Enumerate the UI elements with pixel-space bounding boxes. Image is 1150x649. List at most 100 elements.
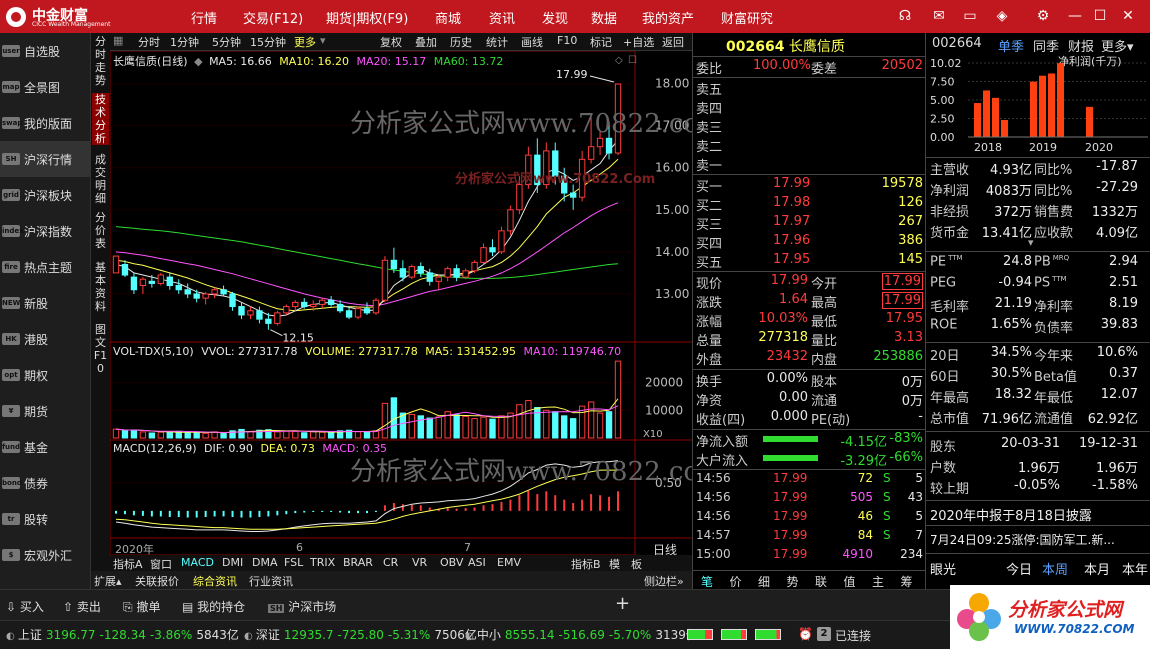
minimize-icon[interactable]: — (1066, 7, 1084, 25)
nav-item-3[interactable]: SH 沪深行情 (0, 141, 90, 177)
nav-item-5[interactable]: index 沪深指数 (0, 213, 90, 249)
fin-notice-report[interactable]: 2020年中报于8月18日披露 (930, 505, 1092, 524)
gear-icon[interactable]: ⚙ (1034, 7, 1052, 25)
close-icon[interactable]: ✕ (1119, 7, 1137, 25)
quote-tab-3[interactable]: 势 (787, 573, 799, 590)
nav-item-14[interactable]: $ 宏观外汇 (0, 537, 90, 573)
monitor-icon[interactable]: ▭ (961, 7, 979, 25)
quote-tab-5[interactable]: 值 (844, 573, 856, 590)
menu-trade[interactable]: 交易(F12) (243, 8, 303, 27)
chart-close-icon[interactable]: ☐ (628, 55, 637, 66)
fin-bottom-tab-0[interactable]: 眼光 (930, 559, 956, 578)
vtab-basics[interactable]: 基本资料 (92, 261, 109, 313)
bid-row[interactable]: 买三 17.97 267 (693, 214, 925, 233)
cancel-order-button[interactable]: ⎘ 撤单 (123, 598, 160, 615)
sh-sz-market-button[interactable]: SH 沪深市场 (268, 598, 336, 615)
toolbar-add-watch[interactable]: +自选 (623, 34, 654, 50)
alarm-icon[interactable]: ⏰ (798, 627, 813, 641)
nav-item-1[interactable]: map 全景图 (0, 69, 90, 105)
tab-general-news[interactable]: 综合资讯 (193, 573, 237, 590)
bid-row[interactable]: 买五 17.95 145 (693, 252, 925, 271)
indicator-tab-10[interactable]: OBV (440, 556, 463, 569)
bid-row[interactable]: 买四 17.96 386 (693, 233, 925, 252)
index-item-2[interactable]: ◐ 中小 8555.14 -516.69 -5.70% 3139亿 (465, 626, 698, 643)
menu-data[interactable]: 数据 (591, 8, 617, 27)
toolbar-history[interactable]: 历史 (450, 34, 472, 50)
nav-item-9[interactable]: opt 期权 (0, 357, 90, 393)
menu-discover[interactable]: 发现 (542, 8, 568, 27)
vtab-price-table[interactable]: 分价表 (92, 211, 109, 250)
toolbar-stats[interactable]: 统计 (486, 34, 508, 50)
menu-wealth-research[interactable]: 财富研究 (721, 8, 773, 27)
fin-notice-limitup[interactable]: 7月24日09:25涨停:国防军工.新... (930, 531, 1115, 548)
indicator-tab-13[interactable]: 指标B (571, 556, 601, 572)
nav-item-12[interactable]: bond 债券 (0, 465, 90, 501)
fin-bottom-tab-1[interactable]: 今日 (1006, 559, 1032, 578)
toolbar-5min[interactable]: 5分钟 (212, 34, 241, 50)
toolbar-timeshare[interactable]: 分时 (138, 34, 160, 50)
indicator-tab-11[interactable]: ASI (468, 556, 486, 569)
bid-row[interactable]: 买一 17.99 19578 (693, 176, 925, 195)
quote-tab-6[interactable]: 主 (872, 573, 884, 590)
chevron-down-icon[interactable]: ▾ (1028, 236, 1034, 249)
indicator-tab-2[interactable]: MACD (181, 556, 214, 569)
chevron-down-icon[interactable]: ▾ (320, 34, 326, 47)
toolbar-overlay[interactable]: 叠加 (415, 34, 437, 50)
menu-futures[interactable]: 期货|期权(F9) (326, 8, 408, 27)
sidebar-toggle[interactable]: 侧边栏» (644, 573, 684, 589)
toolbar-f10[interactable]: F10 (557, 34, 577, 47)
quote-tab-1[interactable]: 价 (730, 573, 742, 590)
nav-item-2[interactable]: swap 我的版面 (0, 105, 90, 141)
vtab-f10[interactable]: 图文F10 (92, 323, 109, 375)
vtab-timeshare[interactable]: 分时走势 (92, 35, 109, 87)
chart-settings-icon[interactable]: ◇ (615, 55, 623, 66)
nav-item-4[interactable]: grid 沪深板块 (0, 177, 90, 213)
tab-related-quotes[interactable]: 关联报价 (135, 573, 179, 589)
nav-item-10[interactable]: ¥ 期货 (0, 393, 90, 429)
menu-news[interactable]: 资讯 (489, 8, 515, 27)
nav-item-11[interactable]: fund 基金 (0, 429, 90, 465)
cube-icon[interactable]: ◈ (993, 7, 1011, 25)
quote-tab-7[interactable]: 筹 (901, 573, 913, 590)
fin-bottom-tab-2[interactable]: 本周 (1042, 559, 1068, 578)
indicator-tab-14[interactable]: 模 (609, 556, 620, 572)
toolbar-mark[interactable]: 标记 (590, 34, 612, 50)
indicator-tab-7[interactable]: BRAR (343, 556, 373, 569)
indicator-tab-6[interactable]: TRIX (310, 556, 335, 569)
legend-toggle-icon[interactable]: ◆ (194, 55, 202, 68)
indicator-tab-4[interactable]: DMA (252, 556, 278, 569)
headset-icon[interactable]: ☊ (896, 7, 914, 25)
sell-button[interactable]: ⇧ 卖出 (63, 598, 101, 615)
toolbar-grid-icon[interactable]: ▦ (113, 34, 123, 47)
nav-item-0[interactable]: user 自选股 (0, 33, 90, 69)
vtab-technical[interactable]: 技术分析 (92, 93, 109, 145)
menu-mall[interactable]: 商城 (435, 8, 461, 27)
vtab-deals[interactable]: 成交明细 (92, 153, 109, 205)
toolbar-back[interactable]: 返回 (662, 34, 684, 50)
fin-bottom-tab-3[interactable]: 本月 (1084, 559, 1110, 578)
indicator-tab-0[interactable]: 指标A (113, 556, 143, 572)
index-item-0[interactable]: ◐ 上证 3196.77 -128.34 -3.86% 5843亿 (6, 626, 239, 643)
nav-item-8[interactable]: HK 港股 (0, 321, 90, 357)
toolbar-more[interactable]: 更多 (294, 34, 316, 50)
menu-my-assets[interactable]: 我的资产 (642, 8, 694, 27)
indicator-tab-8[interactable]: CR (383, 556, 398, 569)
nav-item-13[interactable]: tr 股转 (0, 501, 90, 537)
indicator-tab-3[interactable]: DMI (222, 556, 243, 569)
index-item-1[interactable]: ◐ 深证 12935.7 -725.80 -5.31% 7506亿 (244, 626, 477, 643)
menu-quotes[interactable]: 行情 (191, 8, 217, 27)
toolbar-15min[interactable]: 15分钟 (250, 34, 286, 50)
indicator-tab-1[interactable]: 窗口 (150, 556, 172, 572)
mail-icon[interactable]: ✉ (930, 7, 948, 25)
nav-item-6[interactable]: fire 热点主题 (0, 249, 90, 285)
fin-bottom-tab-4[interactable]: 本年 (1122, 559, 1148, 578)
my-positions-button[interactable]: ▤ 我的持仓 (182, 598, 245, 615)
toolbar-restore-rights[interactable]: 复权 (380, 34, 402, 50)
indicator-tab-12[interactable]: EMV (497, 556, 521, 569)
toolbar-draw[interactable]: 画线 (521, 34, 543, 50)
tab-industry-news[interactable]: 行业资讯 (249, 573, 293, 589)
quote-tab-4[interactable]: 联 (815, 573, 827, 590)
bid-row[interactable]: 买二 17.98 126 (693, 195, 925, 214)
toolbar-1min[interactable]: 1分钟 (170, 34, 199, 50)
add-icon[interactable]: + (615, 593, 630, 614)
